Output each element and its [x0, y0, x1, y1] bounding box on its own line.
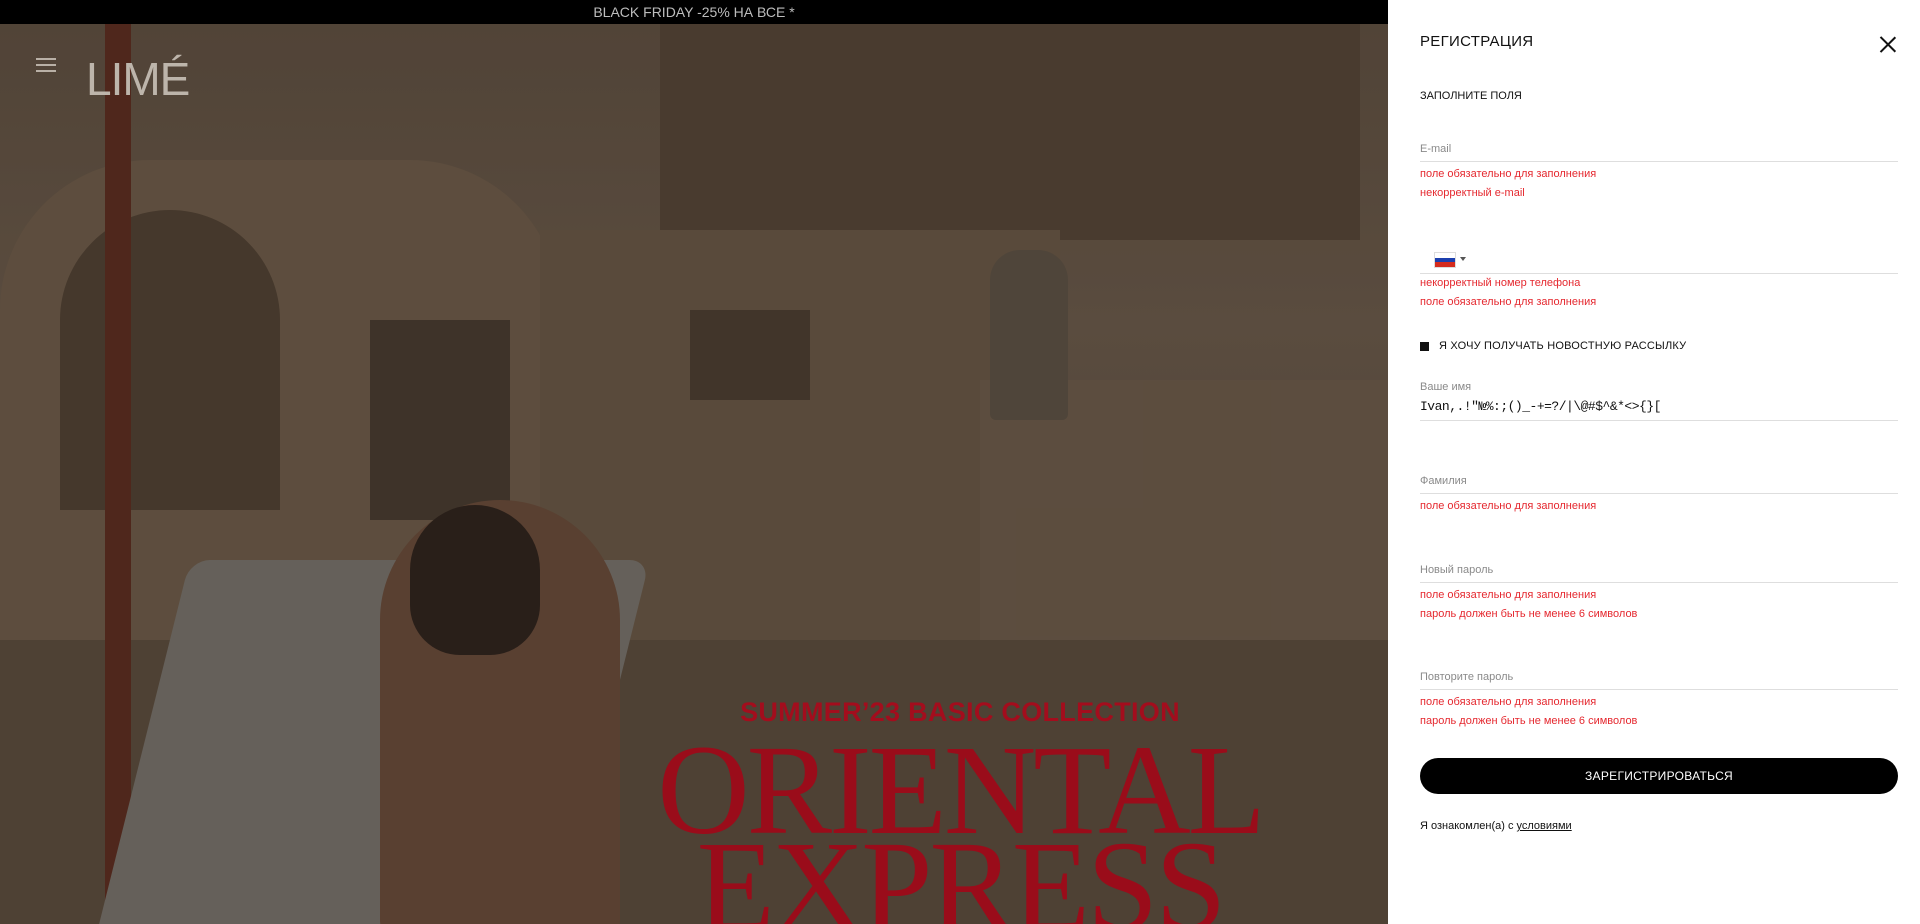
- register-button[interactable]: ЗАРЕГИСТРИРОВАТЬСЯ: [1420, 758, 1898, 794]
- repeat-password-underline: [1420, 689, 1898, 690]
- promo-banner[interactable]: BLACK FRIDAY -25% НА ВСЕ *: [0, 0, 1388, 24]
- first-name-label: Ваше имя: [1420, 381, 1472, 393]
- email-error: поле обязательно для заполнения: [1420, 168, 1597, 180]
- terms-prefix: Я ознакомлен(а) с: [1420, 820, 1517, 832]
- first-name-value[interactable]: Ivan,.!"№%:;()_-+=?/|\@#$^&*<>{}[: [1420, 399, 1898, 414]
- phone-underline: [1420, 273, 1898, 274]
- promo-banner-text: BLACK FRIDAY -25% НА ВСЕ *: [593, 4, 795, 20]
- last-name-underline: [1420, 493, 1898, 494]
- newsletter-label: Я ХОЧУ ПОЛУЧАТЬ НОВОСТНУЮ РАССЫЛКУ: [1439, 340, 1687, 352]
- brand-logo[interactable]: LIMÉ: [86, 52, 190, 106]
- phone-error: поле обязательно для заполнения: [1420, 296, 1597, 308]
- phone-error: некорректный номер телефона: [1420, 277, 1581, 289]
- first-name-underline: [1420, 420, 1898, 421]
- email-error: некорректный e-mail: [1420, 187, 1525, 199]
- terms-text: Я ознакомлен(а) с условиями: [1420, 820, 1572, 832]
- hero-title: ORIENTAL EXPRESS: [640, 726, 1280, 924]
- registration-panel: РЕГИСТРАЦИЯ ЗАПОЛНИТЕ ПОЛЯ E-mail поле о…: [1388, 0, 1920, 924]
- repeat-password-error: пароль должен быть не менее 6 символов: [1420, 715, 1638, 727]
- newsletter-checkbox[interactable]: [1420, 341, 1429, 351]
- last-name-field[interactable]: Фамилия: [1420, 475, 1898, 494]
- hero-title-line: EXPRESS: [696, 815, 1227, 924]
- newsletter-checkbox-row[interactable]: Я ХОЧУ ПОЛУЧАТЬ НОВОСТНУЮ РАССЫЛКУ: [1420, 340, 1686, 352]
- repeat-password-field[interactable]: Повторите пароль: [1420, 671, 1898, 690]
- new-password-underline: [1420, 582, 1898, 583]
- repeat-password-error: поле обязательно для заполнения: [1420, 696, 1597, 708]
- email-label: E-mail: [1420, 143, 1452, 155]
- email-field[interactable]: E-mail: [1420, 143, 1898, 162]
- new-password-label: Новый пароль: [1420, 564, 1494, 576]
- last-name-label: Фамилия: [1420, 475, 1467, 487]
- email-underline: [1420, 161, 1898, 162]
- panel-title: РЕГИСТРАЦИЯ: [1420, 33, 1534, 50]
- chevron-down-icon[interactable]: [1460, 257, 1466, 261]
- new-password-field[interactable]: Новый пароль: [1420, 564, 1898, 583]
- first-name-field[interactable]: Ваше имя Ivan,.!"№%:;()_-+=?/|\@#$^&*<>{…: [1420, 381, 1898, 421]
- repeat-password-label: Повторите пароль: [1420, 671, 1514, 683]
- last-name-error: поле обязательно для заполнения: [1420, 500, 1597, 512]
- new-password-error: пароль должен быть не менее 6 символов: [1420, 608, 1638, 620]
- fill-fields-hint: ЗАПОЛНИТЕ ПОЛЯ: [1420, 90, 1522, 102]
- terms-link[interactable]: условиями: [1517, 820, 1572, 832]
- close-icon[interactable]: [1876, 32, 1900, 56]
- russia-flag-icon[interactable]: [1434, 252, 1456, 268]
- new-password-error: поле обязательно для заполнения: [1420, 589, 1597, 601]
- hamburger-icon[interactable]: [36, 58, 56, 72]
